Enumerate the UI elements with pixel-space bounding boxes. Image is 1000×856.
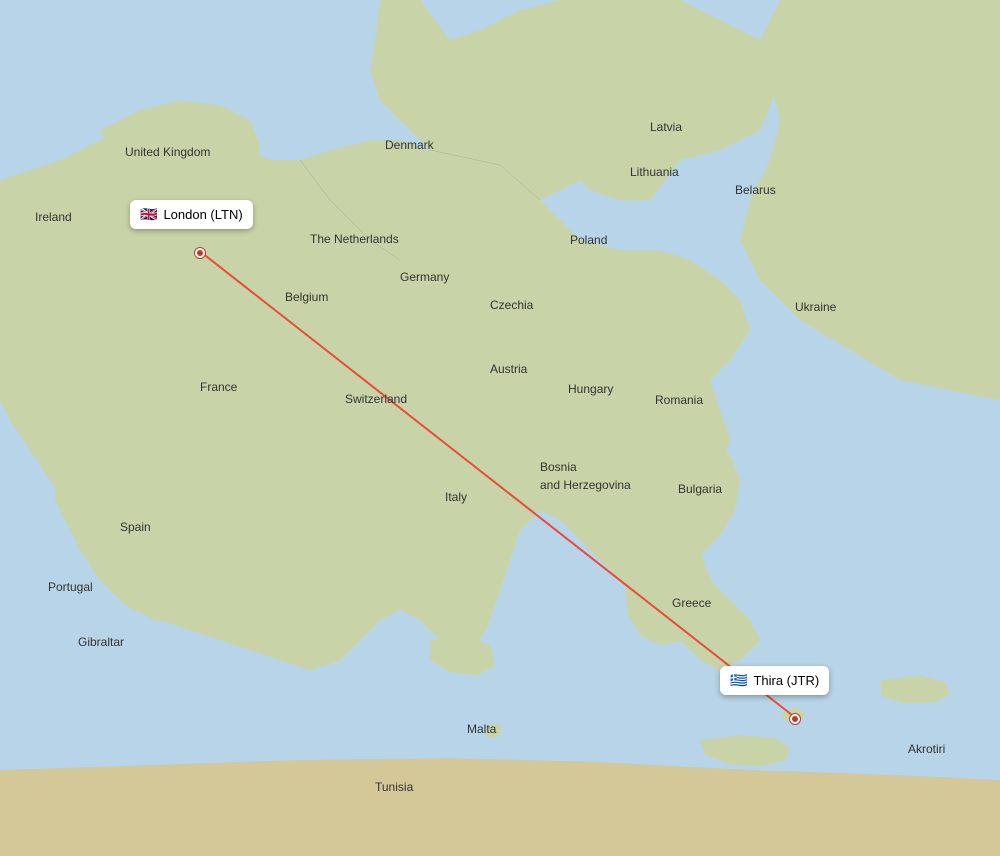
uk-flag: 🇬🇧 bbox=[140, 206, 157, 223]
thira-dot bbox=[790, 714, 800, 724]
map-container: United Kingdom Ireland France Spain Port… bbox=[0, 0, 1000, 856]
map-svg bbox=[0, 0, 1000, 856]
greece-flag: 🇬🇷 bbox=[730, 672, 747, 689]
thira-label: 🇬🇷 Thira (JTR) bbox=[720, 666, 829, 695]
london-label-text: London (LTN) bbox=[163, 207, 242, 222]
thira-label-text: Thira (JTR) bbox=[753, 673, 819, 688]
london-label: 🇬🇧 London (LTN) bbox=[130, 200, 253, 229]
london-dot bbox=[195, 248, 205, 258]
